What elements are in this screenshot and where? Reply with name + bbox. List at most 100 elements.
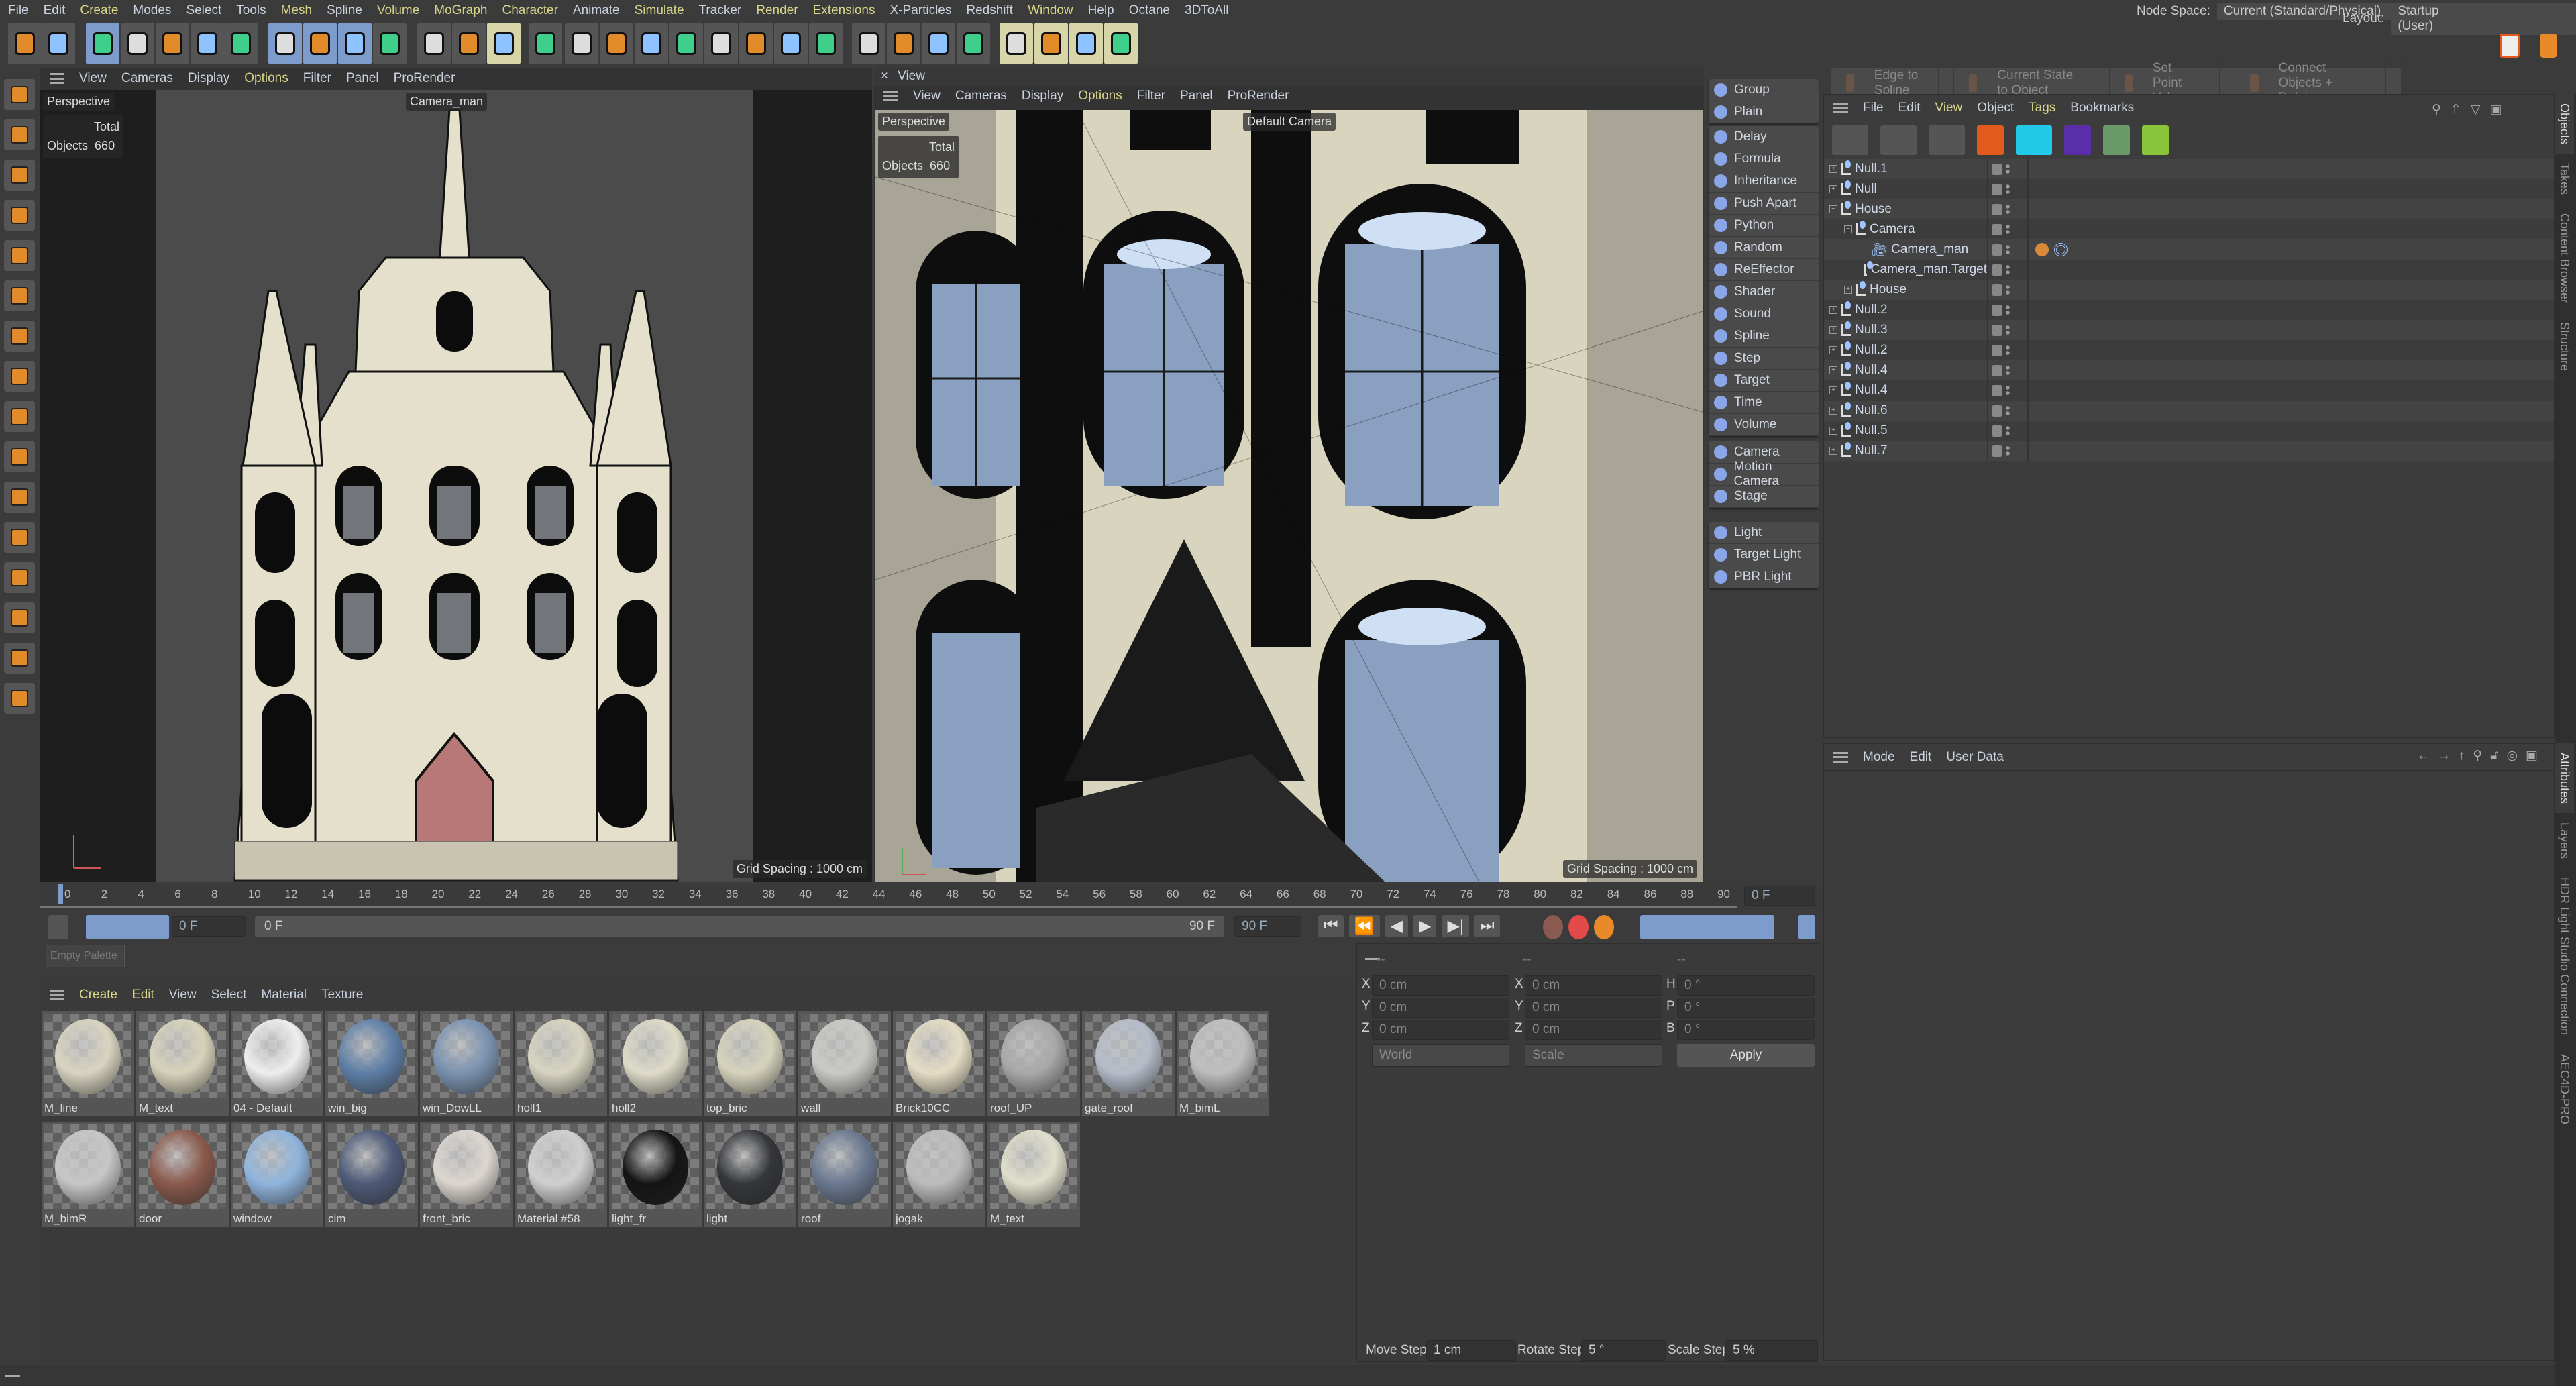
- tab-takes[interactable]: Takes: [2555, 154, 2574, 204]
- palette-item-pbr-light[interactable]: PBR Light: [1709, 566, 1819, 588]
- rotate-icon[interactable]: [191, 23, 224, 64]
- viewport-left-menu-view[interactable]: View: [79, 71, 107, 86]
- render-settings-icon[interactable]: [487, 23, 521, 64]
- visibility-dots[interactable]: [2006, 304, 2010, 316]
- menu-mesh[interactable]: Mesh: [281, 3, 312, 18]
- visibility-dots[interactable]: [2006, 425, 2010, 437]
- viewport-right-menu-panel[interactable]: Panel: [1180, 89, 1213, 103]
- max-frame-field[interactable]: 90 F: [1234, 916, 1301, 937]
- capsule-icon[interactable]: [922, 23, 955, 64]
- object-row[interactable]: + Null.4: [1824, 380, 2554, 401]
- expand-toggle[interactable]: +: [1829, 346, 1837, 354]
- material-swatch[interactable]: holl2: [609, 1011, 702, 1116]
- model-mode-icon[interactable]: [4, 119, 35, 150]
- snap-icon[interactable]: [4, 441, 35, 472]
- tab-aec4d-pro[interactable]: AEC4D-PRO: [2555, 1045, 2574, 1134]
- instance-icon[interactable]: [2016, 125, 2052, 155]
- palette-item-group[interactable]: Group: [1709, 79, 1819, 101]
- object-row[interactable]: + Null.3: [1824, 320, 2554, 340]
- viewport-left-menu-cameras[interactable]: Cameras: [121, 71, 173, 86]
- layer-checkbox[interactable]: [1992, 304, 2002, 316]
- expand-toggle[interactable]: +: [1829, 366, 1837, 374]
- materials-menu-texture[interactable]: Texture: [321, 988, 363, 1002]
- menu-extensions[interactable]: Extensions: [813, 3, 875, 18]
- layer-checkbox[interactable]: [1992, 183, 2002, 195]
- material-swatch[interactable]: 04 - Default: [231, 1011, 323, 1116]
- attributes-menu-user-data[interactable]: User Data: [1946, 750, 2004, 765]
- expand-toggle[interactable]: +: [1829, 165, 1837, 173]
- previous-key-icon[interactable]: ⏪: [1348, 915, 1380, 937]
- palette-item-formula[interactable]: Formula: [1709, 148, 1819, 170]
- up-arrow-icon[interactable]: ⇧: [2451, 103, 2471, 117]
- coordinate-field-y[interactable]: 0 cm: [1372, 998, 1509, 1018]
- viewport-left-menu-display[interactable]: Display: [188, 71, 229, 86]
- timeline-layout-icon[interactable]: [1798, 915, 1815, 939]
- materials-menu-select[interactable]: Select: [211, 988, 247, 1002]
- filter-icon[interactable]: ▽: [2471, 103, 2490, 117]
- object-row[interactable]: Camera_man.Target: [1824, 260, 2554, 280]
- render-view-icon[interactable]: [417, 23, 451, 64]
- expand-toggle[interactable]: +: [1844, 286, 1852, 294]
- material-swatch[interactable]: light_fr: [609, 1122, 702, 1227]
- palette-item-spline[interactable]: Spline: [1709, 325, 1819, 348]
- palette-item-shader[interactable]: Shader: [1709, 281, 1819, 303]
- apply-button[interactable]: Apply: [1677, 1044, 1815, 1067]
- object-manager-menu-bookmarks[interactable]: Bookmarks: [2070, 101, 2134, 115]
- menu-tracker[interactable]: Tracker: [699, 3, 742, 18]
- material-swatch[interactable]: wall: [798, 1011, 891, 1116]
- viewport-right-menu-options[interactable]: Options: [1078, 89, 1122, 103]
- keyframe-selection-icon[interactable]: [1594, 915, 1614, 939]
- layer-checkbox[interactable]: [1992, 364, 2002, 376]
- layer-checkbox[interactable]: [1992, 445, 2002, 457]
- menu-create[interactable]: Create: [80, 3, 118, 18]
- after-effects-icon[interactable]: [2064, 125, 2091, 155]
- object-row[interactable]: + Null.5: [1824, 421, 2554, 441]
- floor-icon[interactable]: [739, 23, 773, 64]
- coordinate-field-z[interactable]: 0 cm: [1372, 1020, 1509, 1040]
- material-swatch[interactable]: M_bimR: [42, 1122, 134, 1227]
- object-row[interactable]: − House: [1824, 199, 2554, 219]
- viewport-right-menu-prorender[interactable]: ProRender: [1228, 89, 1289, 103]
- menu-file[interactable]: File: [8, 3, 29, 18]
- object-row[interactable]: + Null.6: [1824, 401, 2554, 421]
- object-manager-menu-file[interactable]: File: [1863, 101, 1884, 115]
- viewport-left-menu-options[interactable]: Options: [244, 71, 288, 86]
- object-row[interactable]: + Null.7: [1824, 441, 2554, 461]
- layer-checkbox[interactable]: [1992, 163, 2002, 175]
- current-frame-field[interactable]: 0 F: [1744, 886, 1815, 906]
- visibility-dots[interactable]: [2006, 405, 2010, 417]
- menu-select[interactable]: Select: [186, 3, 221, 18]
- material-swatch[interactable]: win_DowLL: [420, 1011, 513, 1116]
- move-step-field[interactable]: 1 cm: [1426, 1340, 1516, 1361]
- lock-icon[interactable]: 🔓︎: [2490, 749, 2506, 763]
- edges-mode-icon[interactable]: [4, 200, 35, 231]
- coordinate-field-z[interactable]: 0 cm: [1525, 1020, 1662, 1040]
- viewport-right-menu-view[interactable]: View: [913, 89, 941, 103]
- material-swatch[interactable]: Brick10CC: [893, 1011, 985, 1116]
- shade-icon[interactable]: [1929, 125, 1965, 155]
- min-frame-field[interactable]: 0 F: [172, 916, 246, 937]
- layer-checkbox[interactable]: [1992, 223, 2002, 235]
- menu-render[interactable]: Render: [756, 3, 798, 18]
- expand-toggle[interactable]: −: [1844, 225, 1852, 233]
- magnet-tag-icon[interactable]: [1977, 125, 2004, 155]
- expand-toggle[interactable]: +: [1829, 447, 1837, 455]
- visibility-dots[interactable]: [2006, 344, 2010, 356]
- knife-icon[interactable]: [4, 643, 35, 674]
- materials-menu-material[interactable]: Material: [261, 988, 307, 1002]
- hamburger-icon[interactable]: [1833, 102, 1848, 113]
- spline-mask-icon[interactable]: [957, 23, 990, 64]
- hamburger-icon[interactable]: [1833, 751, 1848, 763]
- hair-icon[interactable]: [1069, 23, 1103, 64]
- undo-icon[interactable]: [8, 23, 42, 64]
- material-swatch[interactable]: M_text: [987, 1122, 1080, 1227]
- render-picture-viewer-icon[interactable]: [452, 23, 486, 64]
- palette-item-reeffector[interactable]: ReEffector: [1709, 259, 1819, 281]
- magnet-icon[interactable]: [4, 522, 35, 553]
- menu-edit[interactable]: Edit: [44, 3, 66, 18]
- active-camera-label[interactable]: Default Camera: [1243, 113, 1336, 131]
- key-mode-buttons[interactable]: [86, 915, 169, 939]
- view-mode-label[interactable]: Perspective: [43, 93, 115, 111]
- layer-checkbox[interactable]: [1992, 344, 2002, 356]
- menu-tools[interactable]: Tools: [236, 3, 266, 18]
